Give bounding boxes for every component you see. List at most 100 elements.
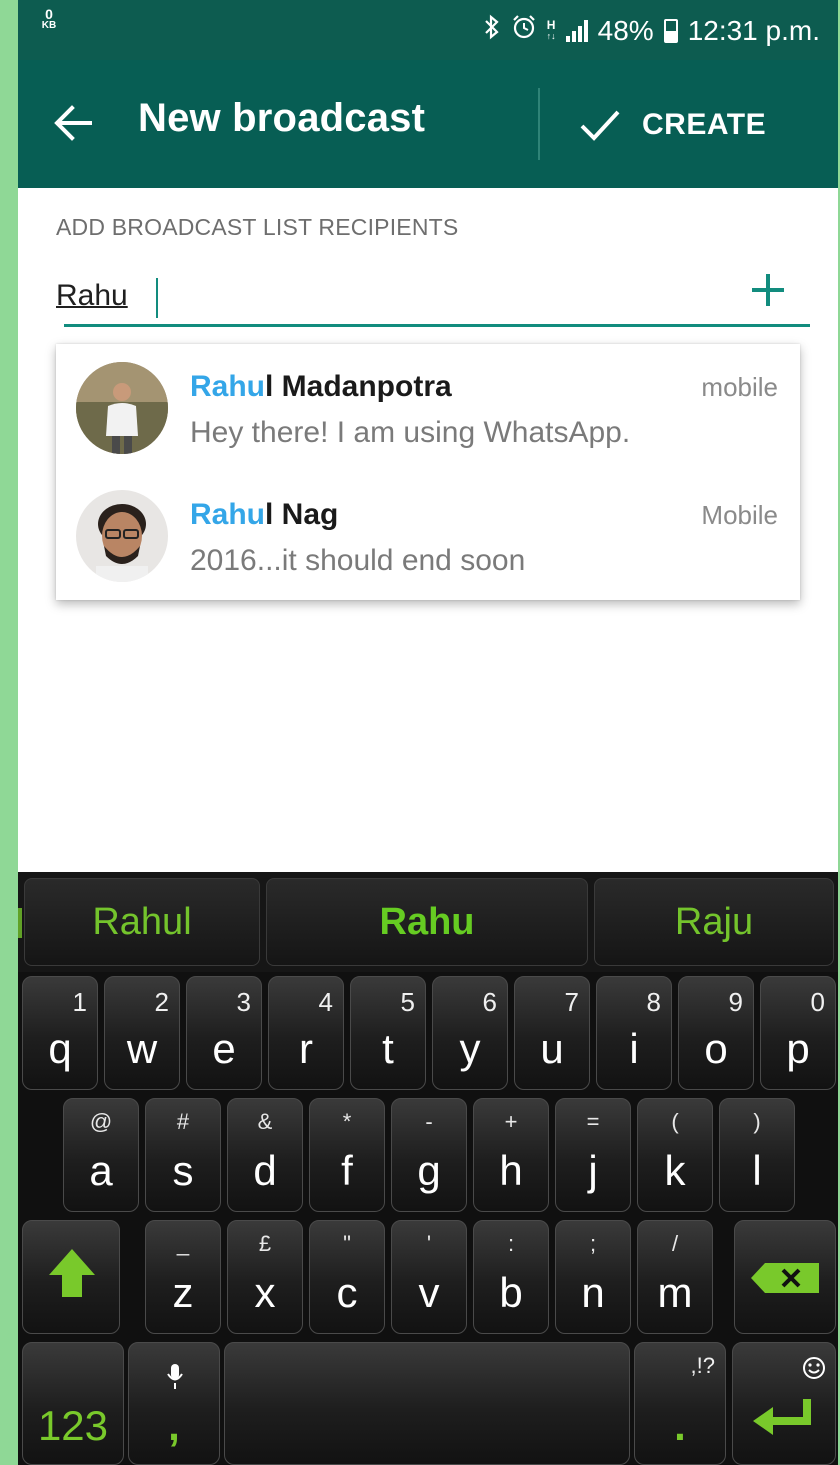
key-b[interactable]: : b — [473, 1220, 549, 1334]
shift-key[interactable] — [22, 1220, 120, 1334]
enter-key[interactable] — [732, 1342, 836, 1465]
key-alt: 7 — [564, 987, 579, 1017]
arrow-left-icon — [54, 105, 92, 141]
key-h[interactable]: + h — [473, 1098, 549, 1212]
key-label: n — [581, 1269, 605, 1316]
key-label: f — [341, 1147, 353, 1194]
key-alt: = — [586, 1109, 600, 1134]
key-j[interactable]: = j — [555, 1098, 631, 1212]
key-label: s — [172, 1147, 194, 1194]
key-e[interactable]: 3 e — [186, 976, 262, 1090]
word-suggestion-bar: Rahul Rahu Raju — [18, 872, 838, 972]
app-toolbar: New broadcast CREATE — [18, 60, 838, 188]
key-p[interactable]: 0 p — [760, 976, 836, 1090]
data-speed-indicator: 0 KB — [38, 6, 60, 32]
space-key[interactable] — [224, 1342, 630, 1465]
comma-key-label: , — [168, 1402, 180, 1449]
contact-phone-type: mobile — [701, 372, 778, 402]
key-alt: & — [257, 1109, 273, 1134]
avatar — [76, 490, 168, 582]
contact-status: Hey there! I am using WhatsApp. — [190, 416, 631, 449]
key-m[interactable]: / m — [637, 1220, 713, 1334]
key-v[interactable]: ' v — [391, 1220, 467, 1334]
create-button[interactable]: CREATE — [578, 90, 766, 160]
key-f[interactable]: * f — [309, 1098, 385, 1212]
backspace-key[interactable] — [734, 1220, 836, 1334]
key-d[interactable]: & d — [227, 1098, 303, 1212]
network-type-icon: H ↑↓ — [546, 17, 556, 41]
key-alt: £ — [258, 1231, 272, 1256]
contact-phone-type: Mobile — [701, 500, 778, 530]
key-label: b — [499, 1269, 523, 1316]
key-alt: ( — [671, 1109, 679, 1134]
add-recipient-button[interactable] — [740, 264, 796, 320]
key-label: k — [664, 1147, 686, 1194]
key-y[interactable]: 6 y — [432, 976, 508, 1090]
key-alt: 1 — [72, 987, 87, 1017]
smiley-icon — [803, 1357, 825, 1379]
key-label: g — [417, 1147, 441, 1194]
key-s[interactable]: # s — [145, 1098, 221, 1212]
contact-suggestions: Rahul Madanpotra mobile Hey there! I am … — [56, 344, 800, 600]
key-alt: + — [504, 1109, 518, 1134]
key-a[interactable]: @ a — [63, 1098, 139, 1212]
key-o[interactable]: 9 o — [678, 976, 754, 1090]
key-alt: 8 — [646, 987, 661, 1017]
key-label: e — [212, 1025, 236, 1072]
key-alt: 4 — [318, 987, 333, 1017]
microphone-icon — [167, 1364, 183, 1389]
key-alt: ' — [426, 1231, 432, 1256]
key-alt: 2 — [154, 987, 169, 1017]
key-alt: 6 — [482, 987, 497, 1017]
text-caret — [156, 278, 158, 318]
key-c[interactable]: " c — [309, 1220, 385, 1334]
key-label: t — [382, 1025, 394, 1072]
soft-keyboard: Rahul Rahu Raju 1 q 2 w 3 e 4 r 5 t 6 y — [18, 872, 838, 1465]
word-suggestion[interactable]: Rahul — [24, 878, 260, 966]
word-suggestion[interactable]: Raju — [594, 878, 834, 966]
word-suggestion[interactable]: Rahu — [266, 878, 588, 966]
numbers-key[interactable]: 123 — [22, 1342, 124, 1465]
alarm-icon — [511, 14, 537, 47]
key-z[interactable]: _ z — [145, 1220, 221, 1334]
key-x[interactable]: £ x — [227, 1220, 303, 1334]
key-alt: ; — [589, 1231, 597, 1256]
key-alt: 3 — [236, 987, 251, 1017]
key-label: a — [89, 1147, 113, 1194]
search-underline — [64, 324, 810, 327]
contact-name-match: Rahu — [190, 498, 265, 531]
data-speed-value: 0 — [45, 6, 53, 22]
data-speed-unit: KB — [41, 20, 57, 31]
key-label: p — [786, 1025, 810, 1072]
comma-key[interactable]: , — [128, 1342, 220, 1465]
key-g[interactable]: - g — [391, 1098, 467, 1212]
key-t[interactable]: 5 t — [350, 976, 426, 1090]
key-label: o — [704, 1025, 728, 1072]
backspace-icon — [751, 1263, 819, 1293]
key-r[interactable]: 4 r — [268, 976, 344, 1090]
contact-name-match: Rahu — [190, 370, 265, 403]
key-i[interactable]: 8 i — [596, 976, 672, 1090]
key-label: q — [48, 1025, 72, 1072]
key-label: c — [336, 1269, 358, 1316]
key-alt: " — [343, 1231, 351, 1256]
key-k[interactable]: ( k — [637, 1098, 713, 1212]
contact-name-rest: l Nag — [265, 498, 339, 531]
key-label: u — [540, 1025, 564, 1072]
key-w[interactable]: 2 w — [104, 976, 180, 1090]
back-button[interactable] — [48, 98, 98, 148]
key-u[interactable]: 7 u — [514, 976, 590, 1090]
key-q[interactable]: 1 q — [22, 976, 98, 1090]
recipient-search-input[interactable] — [56, 274, 696, 318]
key-n[interactable]: ; n — [555, 1220, 631, 1334]
key-label: x — [254, 1269, 276, 1316]
key-alt: ) — [753, 1109, 761, 1134]
contact-suggestion-item[interactable]: Rahul Madanpotra mobile Hey there! I am … — [56, 344, 800, 472]
section-label: ADD BROADCAST LIST RECIPIENTS — [56, 214, 459, 240]
toolbar-divider — [538, 88, 540, 160]
contact-name: Rahul Nag — [190, 498, 338, 532]
key-l[interactable]: ) l — [719, 1098, 795, 1212]
period-key[interactable]: ,!? . — [634, 1342, 726, 1465]
key-label: l — [752, 1147, 762, 1194]
contact-suggestion-item[interactable]: Rahul Nag Mobile 2016...it should end so… — [56, 472, 800, 600]
